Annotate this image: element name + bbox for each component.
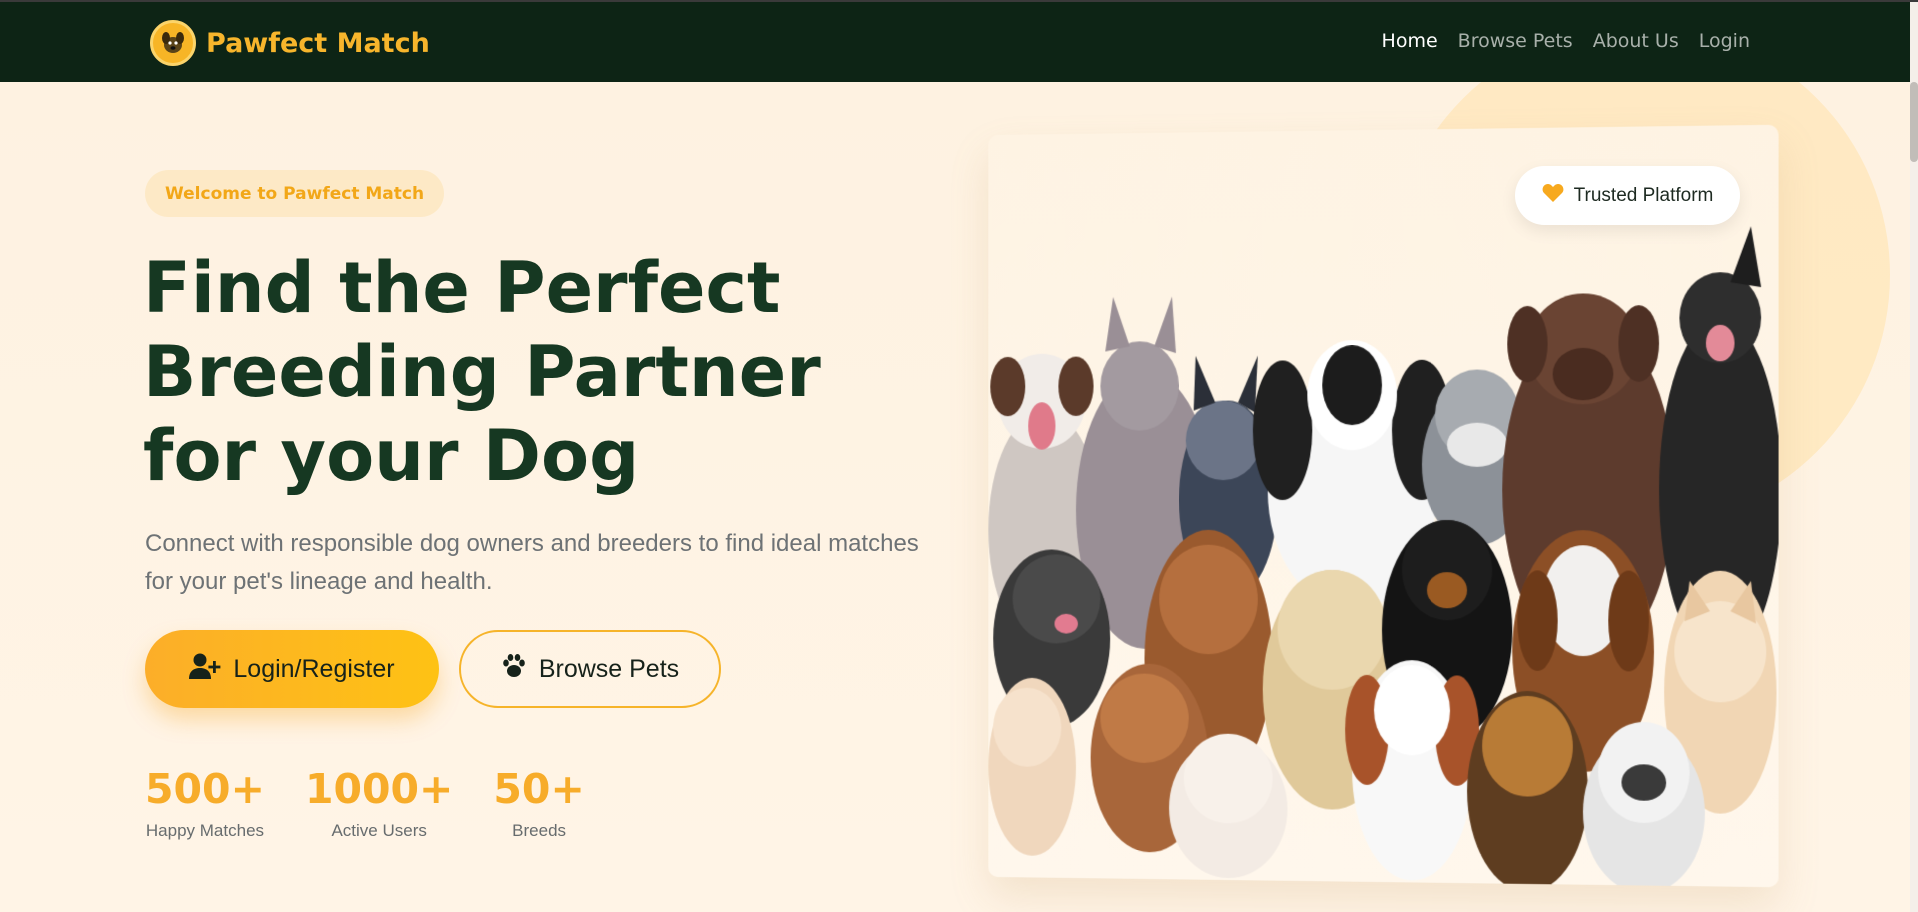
hero-headline: Find the Perfect Breeding Partner for yo…	[143, 247, 821, 497]
browse-pets-button[interactable]: Browse Pets	[459, 630, 721, 708]
dogs-group-illustration	[988, 226, 1779, 888]
stat-value: 1000+	[304, 765, 454, 813]
stat-happy-matches: 500+ Happy Matches	[145, 765, 265, 841]
stat-value: 500+	[145, 765, 265, 813]
stat-label: Breeds	[512, 821, 567, 840]
brand-name: Pawfect Match	[206, 27, 430, 59]
nav-links: Home Browse Pets About Us Login	[1382, 30, 1750, 52]
cavalier-dog	[1345, 659, 1480, 882]
nav-home[interactable]: Home	[1382, 30, 1438, 52]
welcome-badge: Welcome to Pawfect Match	[145, 170, 445, 217]
nav-about-us[interactable]: About Us	[1593, 30, 1679, 52]
dog-icon	[150, 20, 196, 66]
stat-active-users: 1000+ Active Users	[305, 765, 453, 841]
stat-value: 50+	[493, 765, 585, 813]
login-register-button[interactable]: Login/Register	[145, 630, 439, 708]
trusted-platform-badge: Trusted Platform	[1515, 166, 1740, 225]
paw-icon	[501, 653, 527, 686]
user-plus-icon	[189, 652, 221, 687]
chihuahua-dog	[988, 677, 1076, 857]
stat-breeds: 50+ Breeds	[493, 765, 584, 841]
browse-pets-label: Browse Pets	[538, 654, 680, 683]
scrollbar-thumb[interactable]	[1910, 82, 1918, 162]
hero-dogs-illustration	[988, 124, 1779, 888]
brand[interactable]: Pawfect Match	[150, 20, 430, 66]
stat-label: Active Users	[331, 821, 427, 840]
navbar: Pawfect Match Home Browse Pets About Us …	[0, 2, 1910, 82]
nav-login[interactable]: Login	[1699, 30, 1750, 52]
nav-browse-pets[interactable]: Browse Pets	[1458, 30, 1573, 52]
stat-label: Happy Matches	[145, 821, 265, 840]
trusted-label: Trusted Platform	[1573, 184, 1714, 206]
hero-subtitle: Connect with responsible dog owners and …	[145, 530, 919, 595]
heart-icon	[1542, 183, 1564, 209]
stats-row: 500+ Happy Matches 1000+ Active Users 50…	[145, 765, 585, 841]
login-register-label: Login/Register	[233, 654, 395, 683]
